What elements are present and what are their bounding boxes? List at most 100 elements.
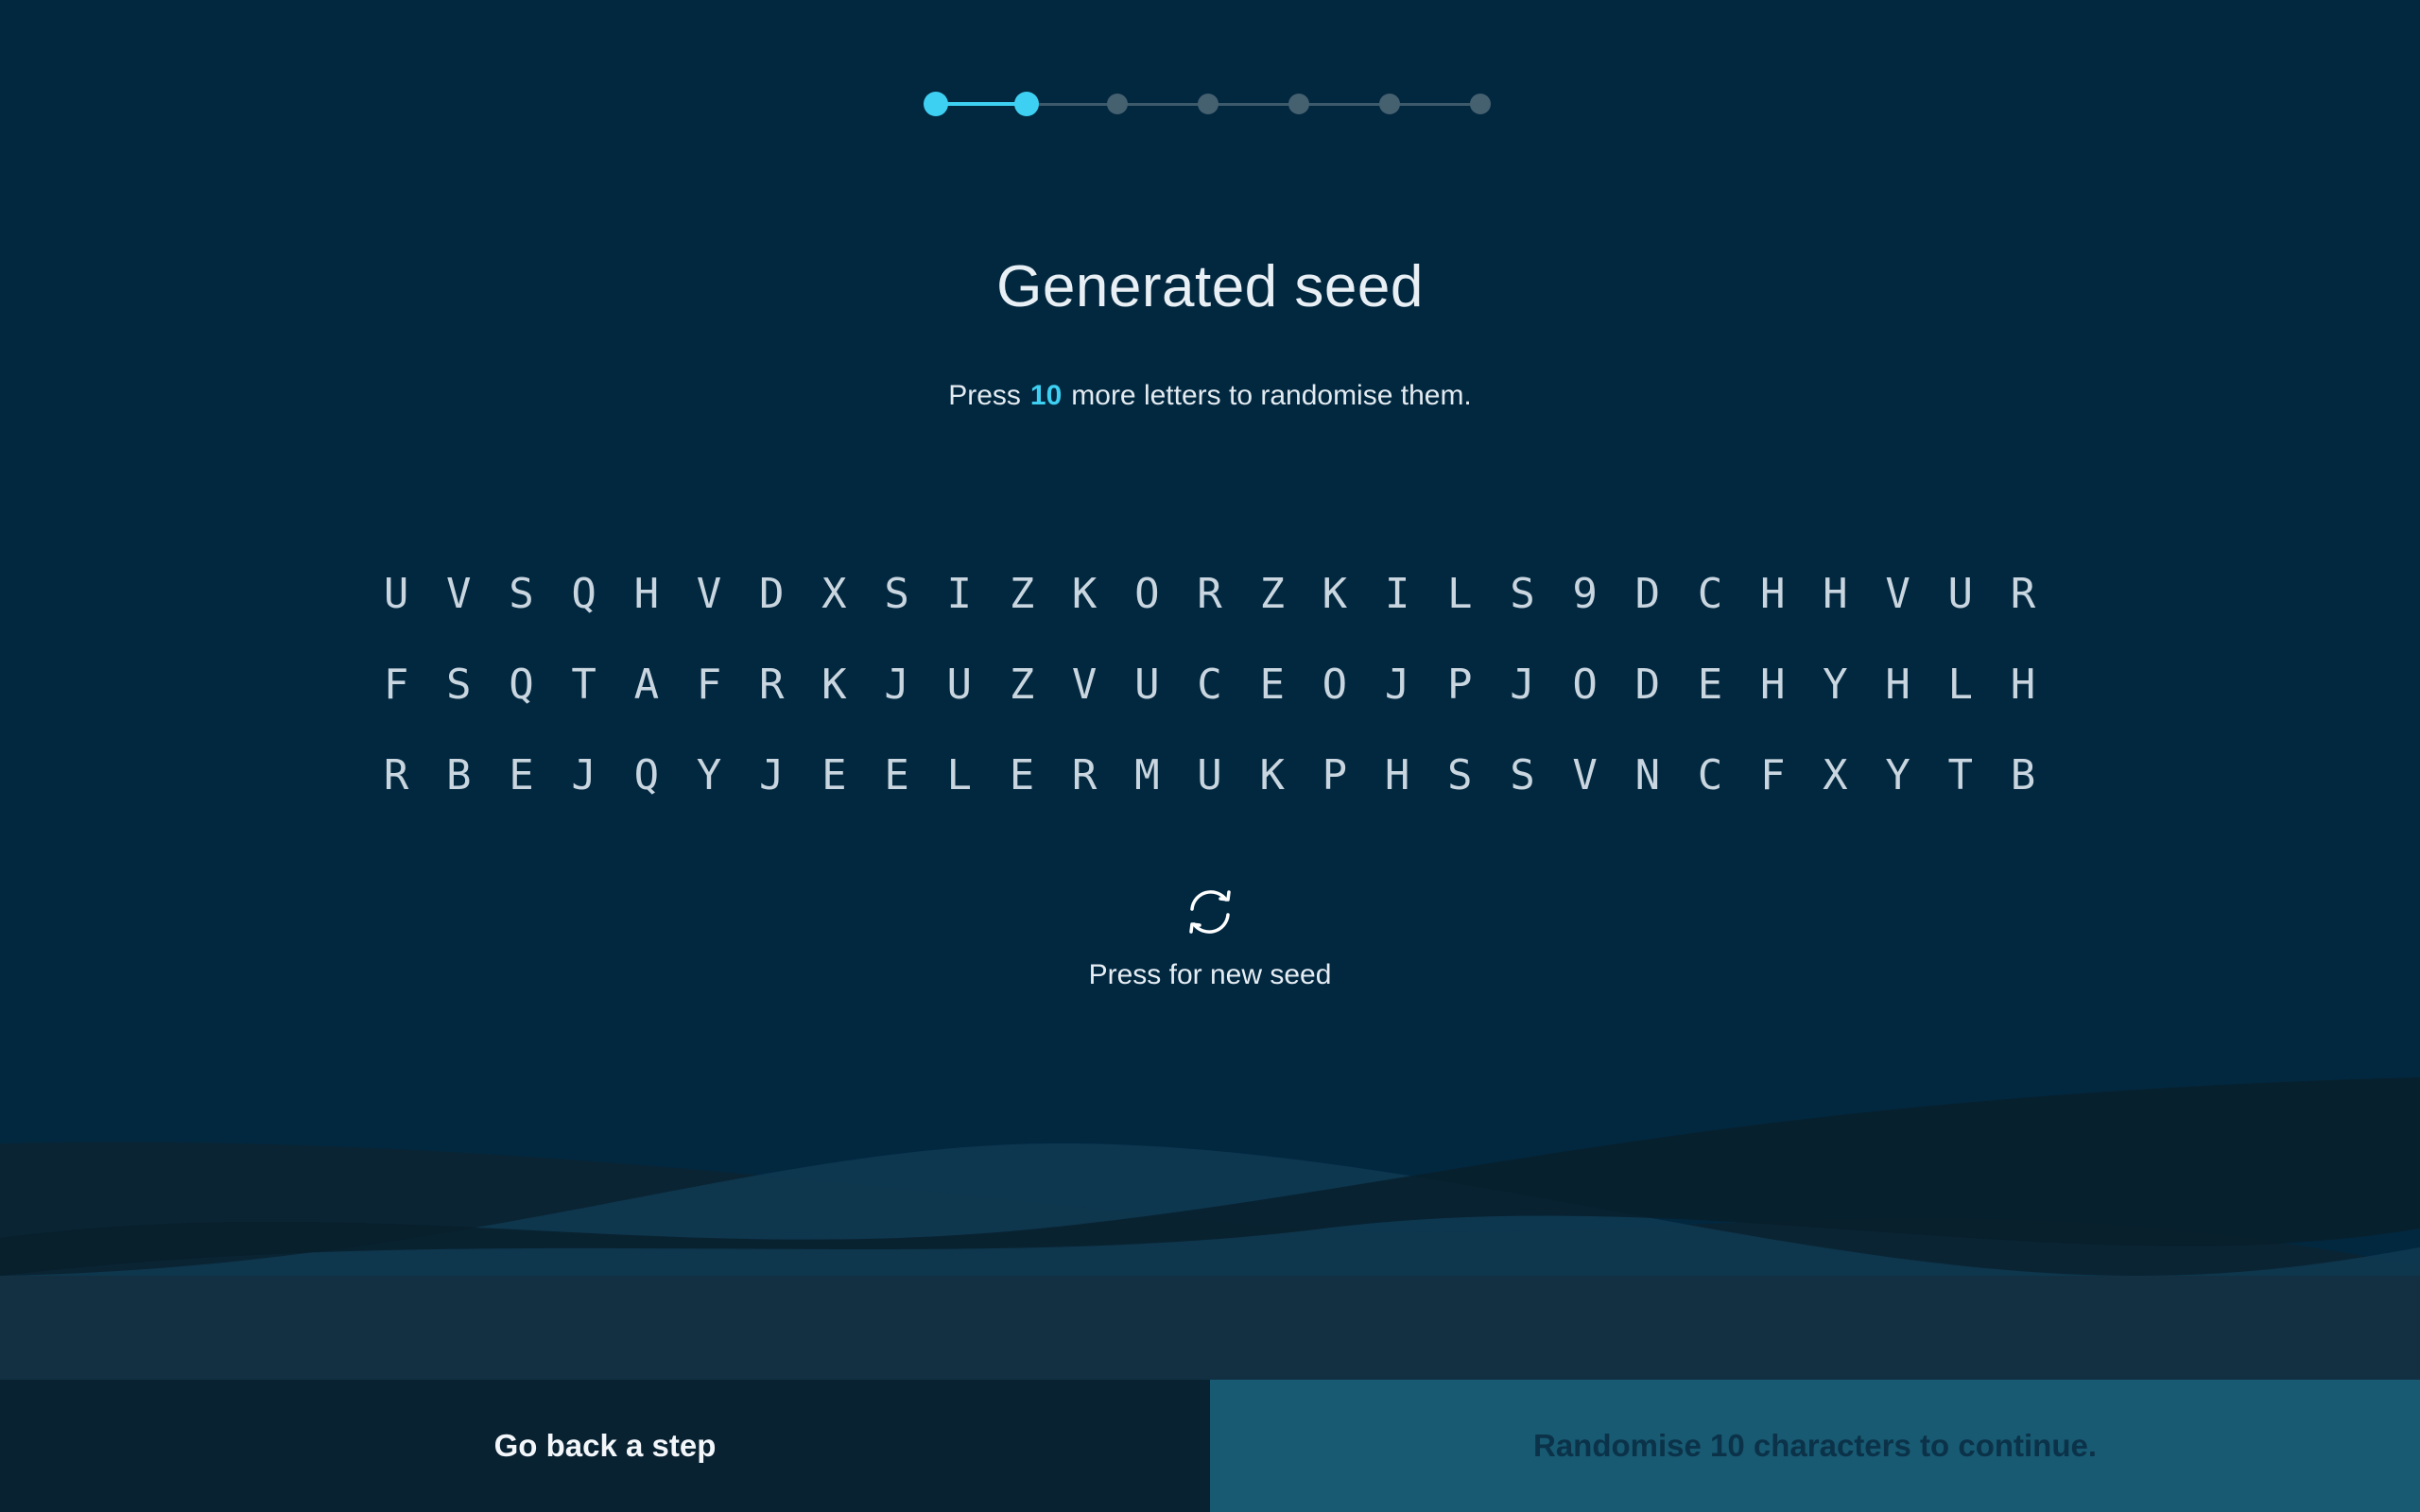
seed-character[interactable]: Y bbox=[1804, 661, 1866, 709]
step-dot-5 bbox=[1288, 94, 1309, 114]
seed-character[interactable]: H bbox=[1741, 661, 1804, 709]
seed-character[interactable]: E bbox=[1241, 661, 1304, 709]
seed-character[interactable]: S bbox=[490, 570, 552, 618]
seed-character[interactable]: X bbox=[803, 570, 865, 618]
seed-character[interactable]: S bbox=[1491, 570, 1553, 618]
seed-character[interactable]: M bbox=[1115, 751, 1178, 799]
seed-character[interactable]: R bbox=[1053, 751, 1115, 799]
seed-character[interactable]: E bbox=[1679, 661, 1741, 709]
seed-character[interactable]: B bbox=[427, 751, 490, 799]
seed-character[interactable]: S bbox=[427, 661, 490, 709]
seed-character[interactable]: C bbox=[1178, 661, 1240, 709]
seed-character[interactable]: S bbox=[1428, 751, 1491, 799]
continue-button[interactable]: Randomise 10 characters to continue. bbox=[1210, 1380, 2420, 1512]
page-title: Generated seed bbox=[996, 254, 1424, 319]
seed-character[interactable]: C bbox=[1679, 570, 1741, 618]
seed-character[interactable]: T bbox=[553, 661, 615, 709]
step-dot-1 bbox=[924, 92, 948, 116]
seed-character[interactable]: R bbox=[365, 751, 427, 799]
seed-character[interactable]: J bbox=[553, 751, 615, 799]
seed-character[interactable]: Z bbox=[991, 570, 1053, 618]
seed-character[interactable]: F bbox=[365, 661, 427, 709]
seed-character[interactable]: U bbox=[1178, 751, 1240, 799]
refresh-icon bbox=[1189, 890, 1231, 934]
seed-character[interactable]: U bbox=[1929, 570, 1992, 618]
footer-bar: Go back a step Randomise 10 characters t… bbox=[0, 1380, 2420, 1512]
seed-character[interactable]: V bbox=[678, 570, 740, 618]
seed-character[interactable]: 9 bbox=[1554, 570, 1616, 618]
seed-character[interactable]: N bbox=[1616, 751, 1679, 799]
seed-character[interactable]: D bbox=[740, 570, 803, 618]
seed-character[interactable]: K bbox=[1053, 570, 1115, 618]
seed-character[interactable]: E bbox=[490, 751, 552, 799]
seed-character[interactable]: C bbox=[1679, 751, 1741, 799]
seed-character[interactable]: E bbox=[866, 751, 928, 799]
seed-character[interactable]: H bbox=[1741, 570, 1804, 618]
seed-row: UVSQHVDXSIZKORZKILS9DCHHVUR bbox=[365, 548, 2057, 639]
seed-generation-screen: Generated seed Press 10 more letters to ra… bbox=[0, 0, 2420, 1512]
seed-character[interactable]: P bbox=[1304, 751, 1366, 799]
seed-character[interactable]: H bbox=[1804, 570, 1866, 618]
step-dot-7 bbox=[1470, 94, 1491, 114]
seed-character[interactable]: R bbox=[740, 661, 803, 709]
seed-character[interactable]: P bbox=[1428, 661, 1491, 709]
seed-character[interactable]: Y bbox=[1867, 751, 1929, 799]
seed-character[interactable]: R bbox=[1178, 570, 1240, 618]
seed-character[interactable]: X bbox=[1804, 751, 1866, 799]
stepper-progress bbox=[936, 102, 1027, 106]
seed-character[interactable]: R bbox=[1992, 570, 2054, 618]
seed-character[interactable]: K bbox=[1304, 570, 1366, 618]
seed-character[interactable]: S bbox=[866, 570, 928, 618]
seed-character[interactable]: I bbox=[1366, 570, 1428, 618]
seed-character[interactable]: H bbox=[1867, 661, 1929, 709]
seed-character[interactable]: V bbox=[427, 570, 490, 618]
seed-character[interactable]: Q bbox=[490, 661, 552, 709]
seed-character[interactable]: Q bbox=[615, 751, 678, 799]
seed-character[interactable]: H bbox=[1992, 661, 2054, 709]
instruction-suffix: more letters to randomise them. bbox=[1071, 380, 1472, 411]
seed-character[interactable]: J bbox=[1491, 661, 1553, 709]
seed-character[interactable]: J bbox=[866, 661, 928, 709]
seed-character[interactable]: O bbox=[1554, 661, 1616, 709]
seed-character[interactable]: L bbox=[1428, 570, 1491, 618]
new-seed-button[interactable]: Press for new seed bbox=[1021, 884, 1399, 991]
go-back-button[interactable]: Go back a step bbox=[0, 1380, 1210, 1512]
progress-stepper bbox=[924, 92, 1491, 116]
seed-character[interactable]: J bbox=[740, 751, 803, 799]
seed-character[interactable]: L bbox=[1929, 661, 1992, 709]
seed-character[interactable]: Z bbox=[1241, 570, 1304, 618]
seed-character[interactable]: V bbox=[1554, 751, 1616, 799]
seed-character[interactable]: A bbox=[615, 661, 678, 709]
seed-character[interactable]: V bbox=[1053, 661, 1115, 709]
seed-character[interactable]: K bbox=[803, 661, 865, 709]
seed-character[interactable]: O bbox=[1304, 661, 1366, 709]
seed-character[interactable]: K bbox=[1241, 751, 1304, 799]
step-dot-3 bbox=[1107, 94, 1128, 114]
seed-character[interactable]: B bbox=[1992, 751, 2054, 799]
seed-character[interactable]: D bbox=[1616, 661, 1679, 709]
seed-character[interactable]: U bbox=[365, 570, 427, 618]
seed-character[interactable]: Q bbox=[553, 570, 615, 618]
remaining-count: 10 bbox=[1029, 380, 1063, 411]
seed-character[interactable]: U bbox=[928, 661, 991, 709]
seed-character[interactable]: J bbox=[1366, 661, 1428, 709]
seed-character[interactable]: H bbox=[615, 570, 678, 618]
seed-character[interactable]: T bbox=[1929, 751, 1992, 799]
seed-character[interactable]: Y bbox=[678, 751, 740, 799]
seed-character[interactable]: E bbox=[991, 751, 1053, 799]
seed-character[interactable]: I bbox=[928, 570, 991, 618]
seed-row: RBEJQYJEELERMUKPHSSVNCFXYTB bbox=[365, 730, 2057, 820]
seed-character[interactable]: S bbox=[1491, 751, 1553, 799]
seed-character[interactable]: U bbox=[1115, 661, 1178, 709]
seed-character[interactable]: D bbox=[1616, 570, 1679, 618]
seed-character[interactable]: H bbox=[1366, 751, 1428, 799]
seed-character[interactable]: E bbox=[803, 751, 865, 799]
seed-character[interactable]: Z bbox=[991, 661, 1053, 709]
seed-character[interactable]: L bbox=[928, 751, 991, 799]
seed-character[interactable]: F bbox=[1741, 751, 1804, 799]
instruction-prefix: Press bbox=[948, 380, 1021, 411]
seed-character[interactable]: F bbox=[678, 661, 740, 709]
seed-character[interactable]: V bbox=[1867, 570, 1929, 618]
seed-character[interactable]: O bbox=[1115, 570, 1178, 618]
step-dot-4 bbox=[1198, 94, 1219, 114]
